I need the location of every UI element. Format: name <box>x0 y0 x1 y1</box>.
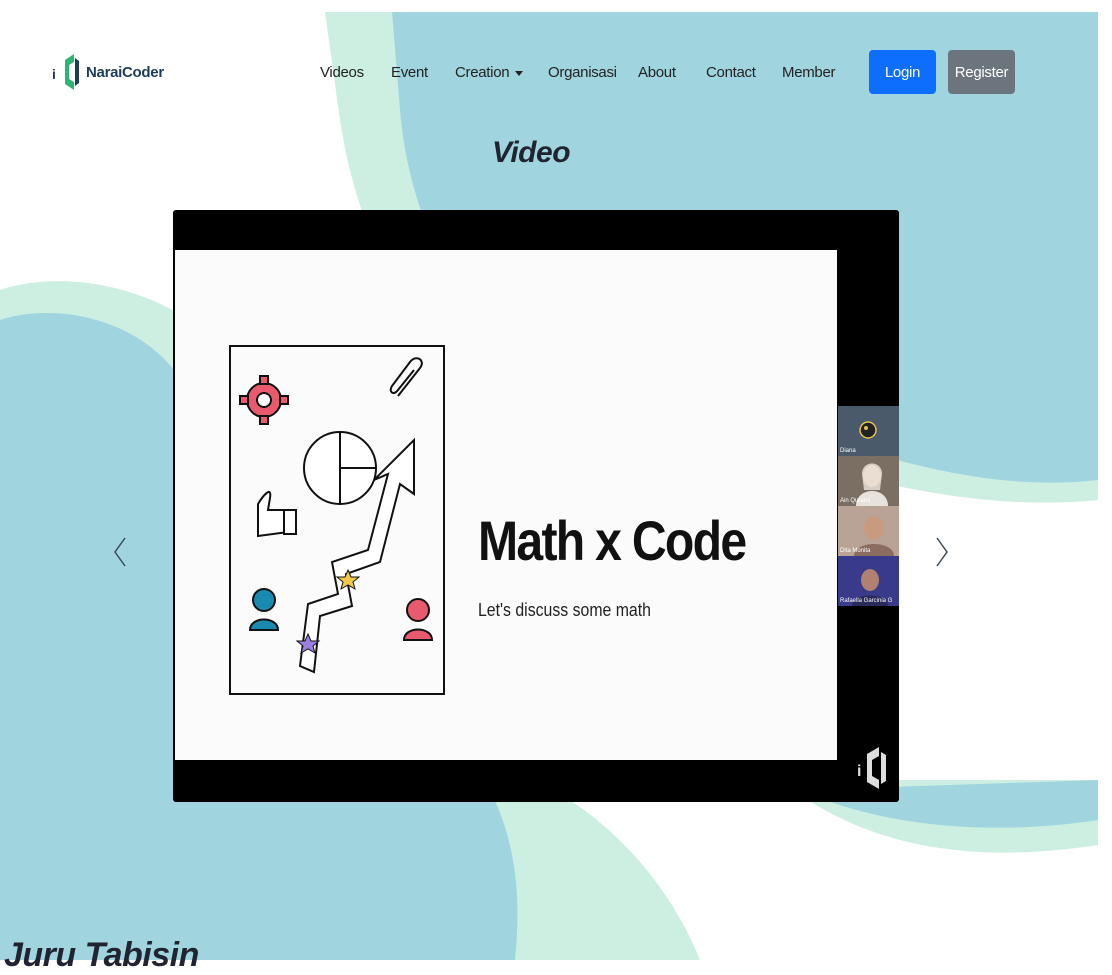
brand-name: NaraiCoder <box>86 63 164 81</box>
nav-about[interactable]: About <box>638 64 676 81</box>
nav-creation[interactable]: Creation <box>455 64 524 81</box>
slide-illustration <box>229 345 445 695</box>
nav-member[interactable]: Member <box>782 64 836 81</box>
caret-down-icon <box>515 70 524 76</box>
chevron-right-icon <box>936 537 948 567</box>
slide-subtitle: Let's discuss some math <box>478 600 651 620</box>
participant-tile: Diana <box>838 406 899 456</box>
participant-name: Diana <box>840 448 856 454</box>
participant-name: Dita Monita <box>840 548 871 554</box>
nav-creation-label: Creation <box>455 64 510 81</box>
login-button[interactable]: Login <box>869 50 936 94</box>
svg-text:i: i <box>52 66 56 82</box>
carousel-prev-button[interactable] <box>108 534 132 570</box>
participant-name: Rafaella Garcinia G <box>840 598 893 604</box>
navbar: i NaraiCoder Videos Event Creation Organ… <box>0 0 1112 140</box>
participant-strip: Diana Ain Quratul Dita Monita Rafaella G… <box>838 406 899 606</box>
participant-tile: Ain Quratul <box>838 456 899 506</box>
brand-logo[interactable]: i NaraiCoder <box>52 52 164 92</box>
next-section-title: Juru Tabisin <box>4 936 199 974</box>
page-title: Video <box>491 136 571 169</box>
naraicoder-logo-icon: i <box>52 54 79 90</box>
watermark-logo-icon: i <box>857 747 886 789</box>
chevron-left-icon <box>114 537 126 567</box>
participant-name: Ain Quratul <box>840 498 871 504</box>
nav-organisasi[interactable]: Organisasi <box>548 64 617 81</box>
participant-tile: Dita Monita <box>838 506 899 556</box>
nav-contact[interactable]: Contact <box>706 64 756 81</box>
slide-title: Math x Code <box>478 509 747 572</box>
carousel-next-button[interactable] <box>930 534 954 570</box>
register-button[interactable]: Register <box>948 50 1015 94</box>
video-player[interactable]: Math x Code Let's discuss some math Dian… <box>173 210 899 802</box>
video-slide: Math x Code Let's discuss some math <box>175 250 837 760</box>
svg-text:i: i <box>857 763 861 780</box>
participant-tile: Rafaella Garcinia G <box>838 556 899 606</box>
nav-videos[interactable]: Videos <box>320 64 364 81</box>
nav-event[interactable]: Event <box>391 64 428 81</box>
